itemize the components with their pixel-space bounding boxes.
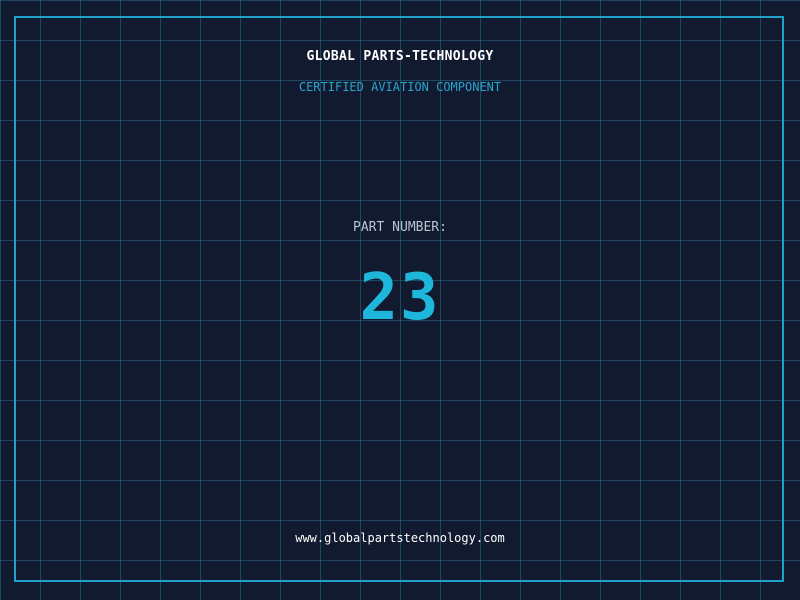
website-url: www.globalpartstechnology.com bbox=[295, 531, 505, 545]
label-card: GLOBAL PARTS-TECHNOLOGY CERTIFIED AVIATI… bbox=[0, 0, 800, 600]
company-name: GLOBAL PARTS-TECHNOLOGY bbox=[306, 49, 494, 64]
part-number-value: 23 bbox=[359, 261, 441, 335]
tagline: CERTIFIED AVIATION COMPONENT bbox=[298, 80, 502, 94]
part-number-label: PART NUMBER: bbox=[353, 220, 447, 235]
